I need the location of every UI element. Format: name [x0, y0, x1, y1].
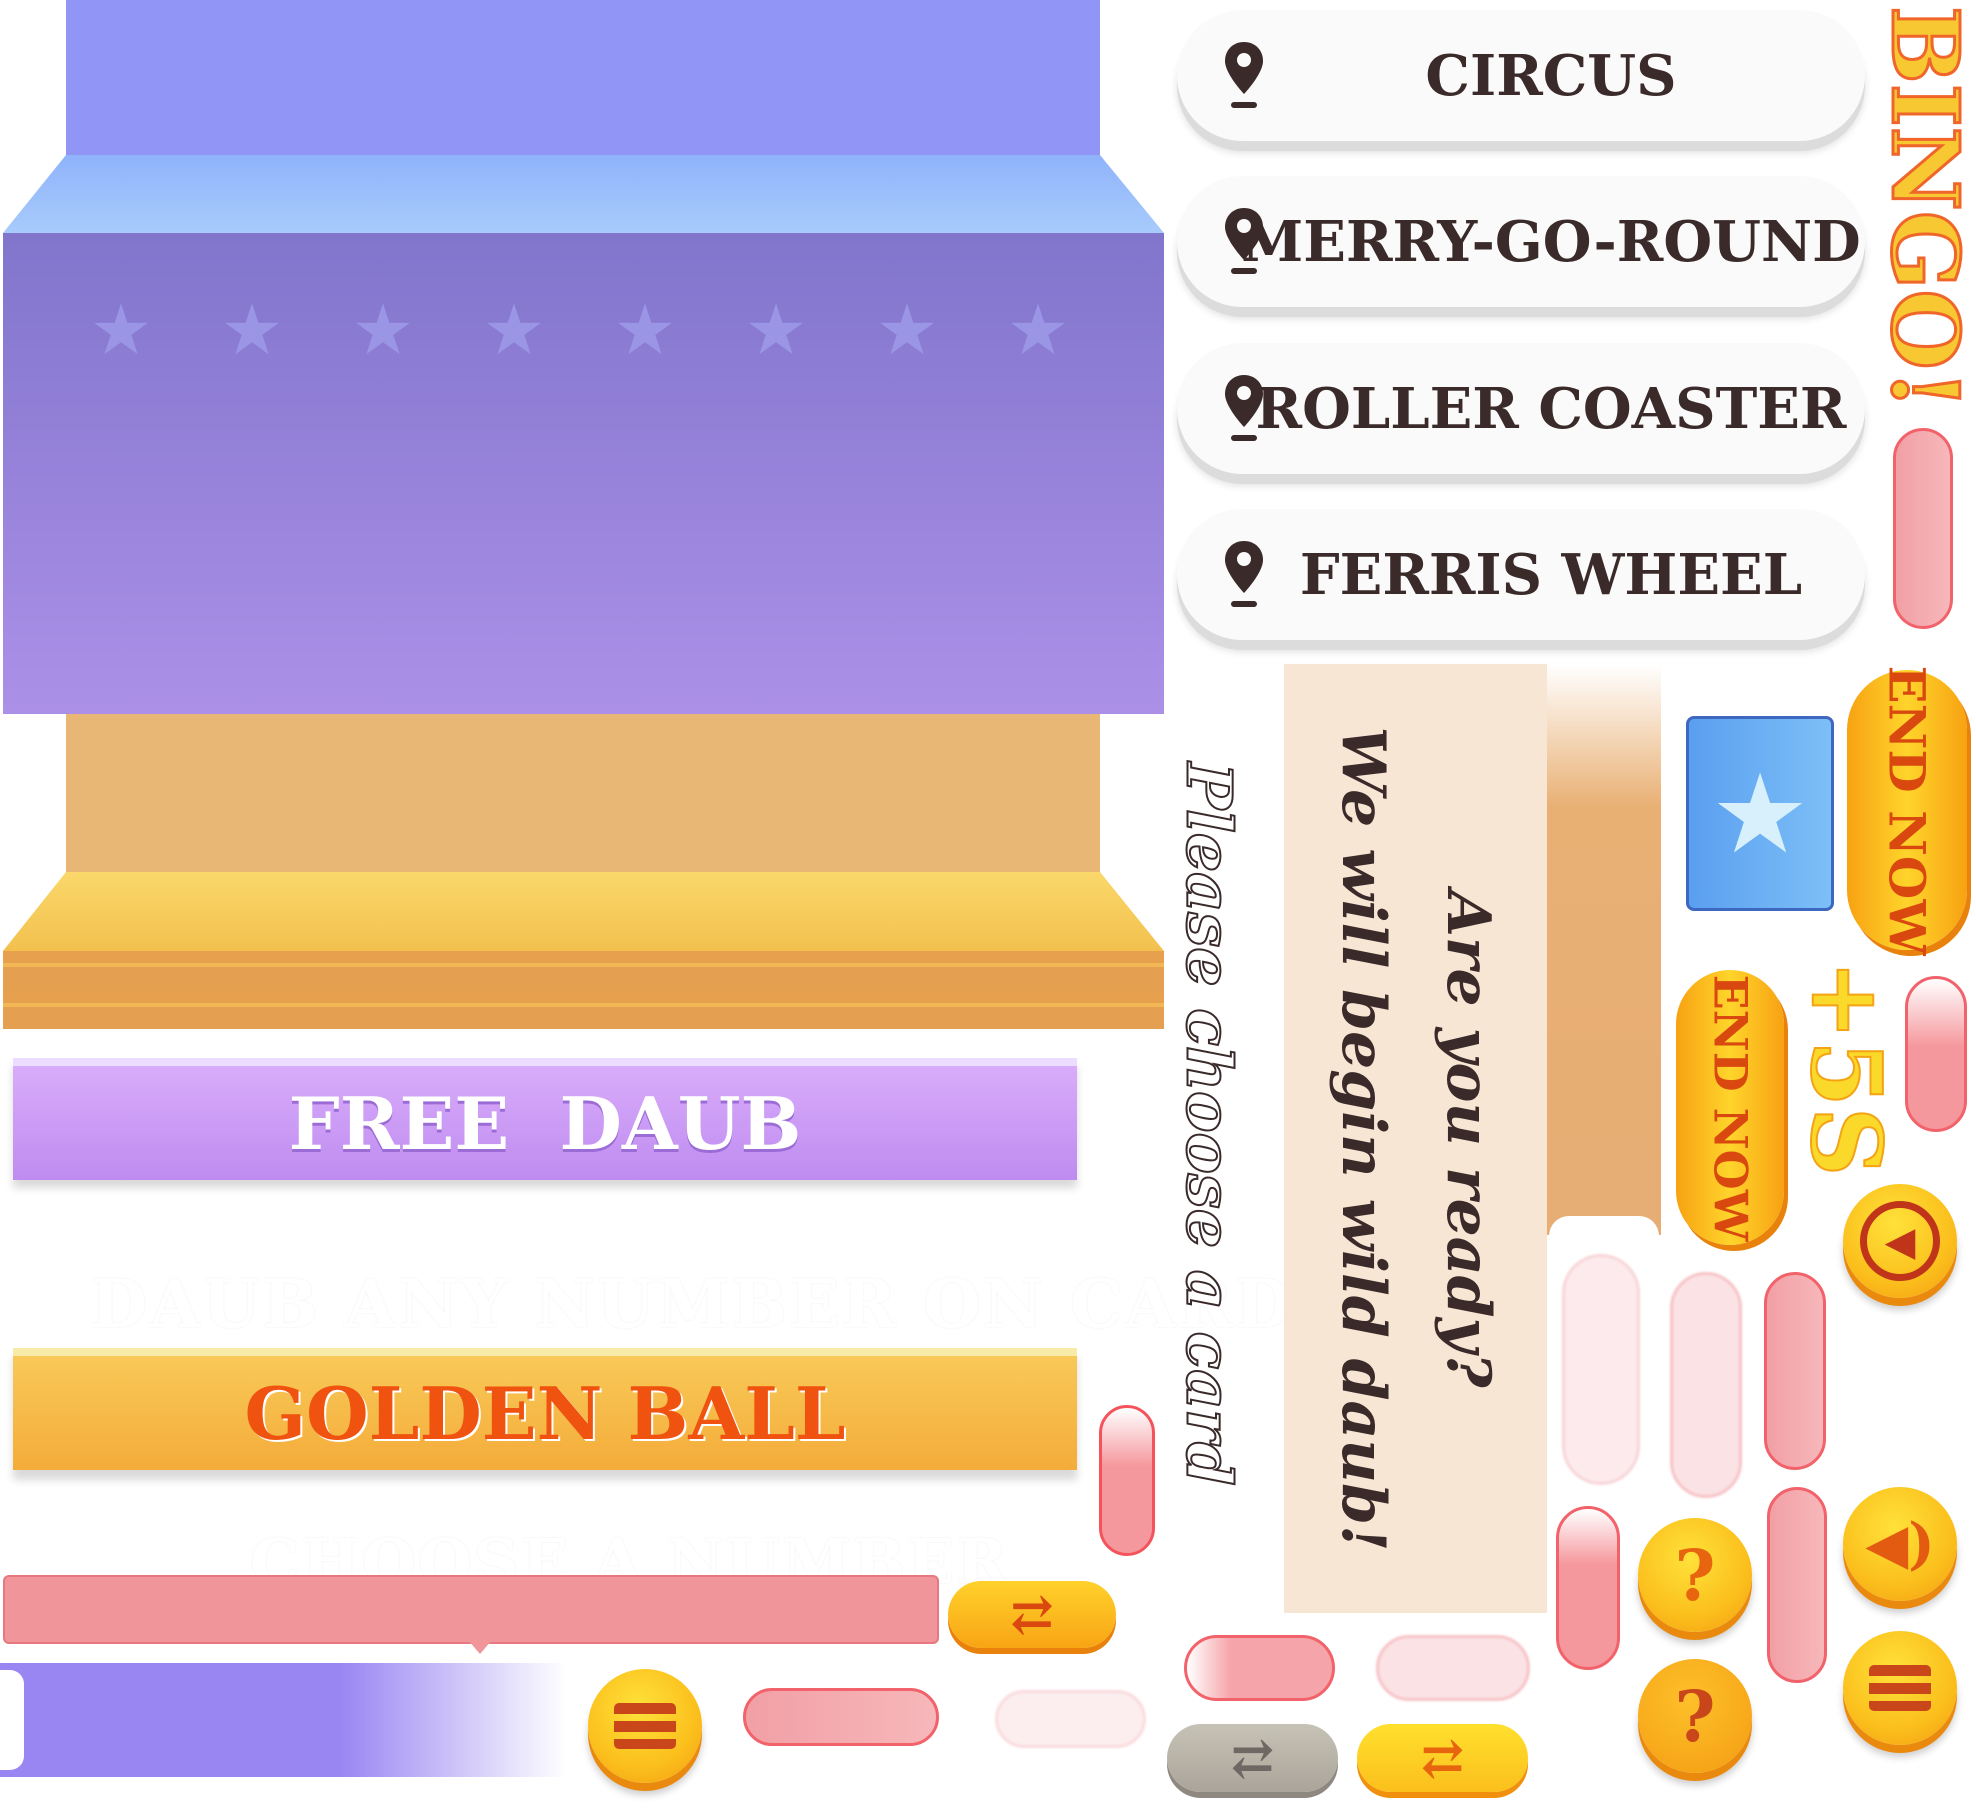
- menu-button[interactable]: [588, 1669, 702, 1783]
- free-daub-label: FREE DAUB: [288, 1080, 802, 1166]
- location-button-circus[interactable]: CIRCUS: [1177, 10, 1865, 141]
- star-icon: ★: [1006, 289, 1070, 371]
- stage-curtain: [3, 233, 1164, 714]
- help-button-pressed[interactable]: ?: [1638, 1659, 1752, 1773]
- refresh-icon: ⇄: [1230, 1727, 1275, 1789]
- faint-pill-horizontal-2: [1376, 1635, 1530, 1701]
- location-button-merry-go-round[interactable]: MERRY-GO-ROUND: [1177, 176, 1865, 307]
- pink-pill-vertical-2: [1905, 976, 1967, 1132]
- map-pin-icon: [1225, 42, 1263, 108]
- mute-icon: ◀: [1860, 1201, 1940, 1281]
- refresh-button-yellow[interactable]: ⇄: [1357, 1724, 1528, 1792]
- speech-bar: [3, 1575, 939, 1644]
- refresh-icon: ⇄: [1420, 1727, 1465, 1789]
- pink-pill-vertical-4: [1556, 1506, 1620, 1670]
- please-choose-card-label: Please choose a card: [1172, 762, 1247, 1487]
- ready-line-2: We will begin wild daub!: [1328, 726, 1398, 1552]
- stage-roof: [3, 155, 1164, 233]
- star-icon: ★: [875, 289, 939, 371]
- location-label: FERRIS WHEEL: [1299, 541, 1803, 608]
- refresh-button-orange[interactable]: ⇄: [948, 1581, 1116, 1648]
- pink-pill-vertical-3: [1764, 1272, 1826, 1470]
- ready-line-1: Are you ready?: [1433, 890, 1503, 1388]
- sprite-sheet: ★ ★ ★ ★ ★ ★ ★ ★ FREE DAUB DAUB ANY NUMBER ON CA…: [0, 0, 1976, 1810]
- bingo-title: BINGO!: [1870, 5, 1976, 412]
- map-pin-icon: [1225, 375, 1263, 441]
- progress-bar-cap: [0, 1670, 24, 1770]
- bonus-time-label: +5S: [1789, 959, 1904, 1178]
- star-icon: ★: [89, 289, 153, 371]
- stage-base: [66, 714, 1100, 872]
- map-pin-icon: [1225, 208, 1263, 274]
- red-pill-vertical: [1099, 1405, 1155, 1556]
- orange-gradient-strip: [1547, 664, 1661, 1235]
- stage-edge: [3, 951, 1164, 1029]
- daub-any-number-label: DAUB ANY NUMBER ON CARD: [90, 1265, 1294, 1343]
- refresh-button-disabled[interactable]: ⇄: [1167, 1724, 1338, 1792]
- sound-button[interactable]: ◀): [1843, 1487, 1957, 1601]
- free-daub-banner: FREE DAUB: [13, 1058, 1077, 1180]
- star-icon: ★: [220, 289, 284, 371]
- speech-tail: [468, 1640, 492, 1654]
- pink-pill-vertical-5: [1767, 1487, 1827, 1683]
- end-now-button-large[interactable]: END NOW: [1847, 665, 1967, 955]
- progress-bar: [0, 1663, 567, 1777]
- location-button-ferris-wheel[interactable]: FERRIS WHEEL: [1177, 509, 1865, 640]
- menu-button-2[interactable]: [1843, 1631, 1957, 1745]
- star-card-button[interactable]: ★: [1686, 716, 1834, 911]
- location-label: MERRY-GO-ROUND: [1241, 208, 1861, 275]
- star-icon: ★: [482, 289, 546, 371]
- refresh-icon: ⇄: [1010, 1584, 1054, 1645]
- help-icon: ?: [1674, 1674, 1716, 1758]
- stage-top-panel: [66, 0, 1100, 155]
- help-button[interactable]: ?: [1638, 1518, 1752, 1632]
- pink-pill-horizontal-2: [1184, 1635, 1335, 1701]
- star-icon: ★: [744, 289, 808, 371]
- golden-ball-banner: GOLDEN BALL: [13, 1348, 1077, 1470]
- help-icon: ?: [1674, 1533, 1716, 1617]
- speaker-icon: ◀): [1865, 1511, 1935, 1577]
- stage-floor: [3, 872, 1164, 951]
- star-icon: ★: [351, 289, 415, 371]
- pink-pill-vertical-top: [1893, 428, 1953, 629]
- end-now-button-small[interactable]: END NOW: [1676, 970, 1784, 1245]
- menu-icon: [614, 1703, 676, 1749]
- faint-pill-vertical-1: [1562, 1254, 1640, 1485]
- mute-button[interactable]: ◀: [1843, 1184, 1957, 1298]
- location-label: CIRCUS: [1425, 42, 1677, 109]
- faint-pill-horizontal: [995, 1690, 1146, 1748]
- map-pin-icon: [1225, 541, 1263, 607]
- golden-ball-label: GOLDEN BALL: [244, 1370, 846, 1456]
- pink-pill-horizontal: [743, 1688, 939, 1746]
- ready-panel: Are you ready? We will begin wild daub!: [1284, 664, 1547, 1613]
- menu-icon: [1869, 1665, 1931, 1711]
- faint-pill-vertical-2: [1670, 1272, 1742, 1498]
- star-icon: ★: [1710, 749, 1810, 878]
- location-button-roller-coaster[interactable]: ROLLER COASTER: [1177, 343, 1865, 474]
- star-icon: ★: [613, 289, 677, 371]
- location-label: ROLLER COASTER: [1255, 375, 1847, 442]
